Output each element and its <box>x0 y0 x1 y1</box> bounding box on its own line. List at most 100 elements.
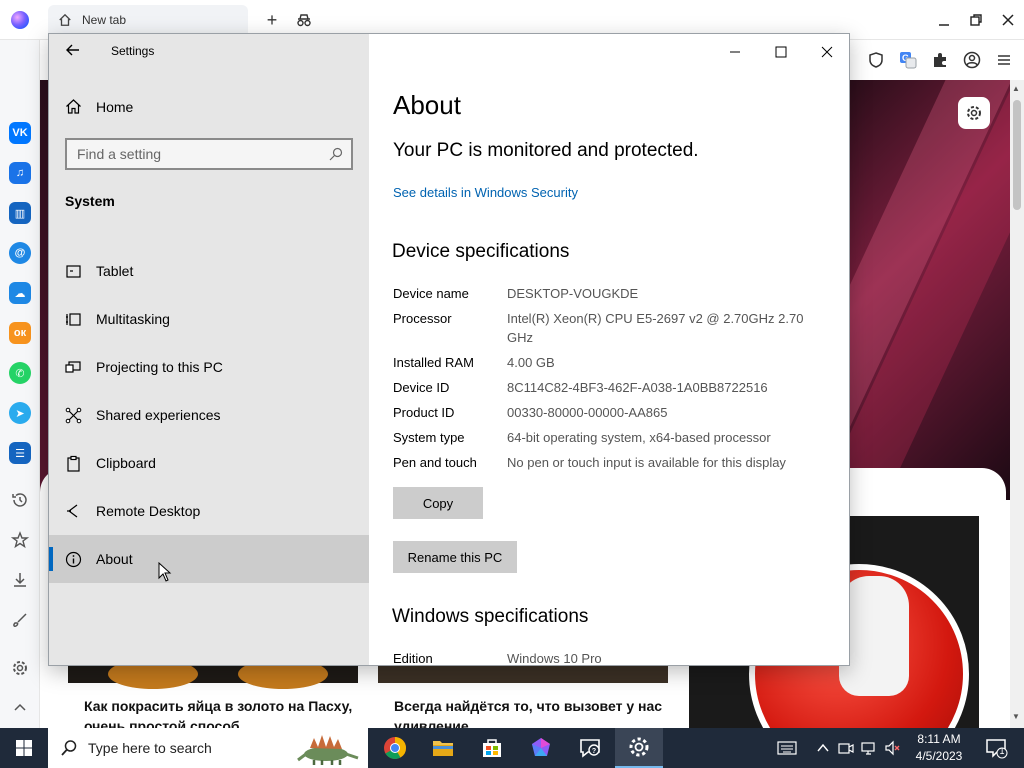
menu-icon[interactable] <box>994 50 1014 70</box>
news-item-title[interactable]: Всегда найдётся то, что вызовет у нас уд… <box>394 696 664 728</box>
gem-browser-icon <box>532 738 550 756</box>
keyboard-tray-icon[interactable] <box>776 738 798 758</box>
nav-item-multitasking[interactable]: Multitasking <box>49 295 369 343</box>
tab-title: New tab <box>82 13 127 27</box>
camera-tray-icon[interactable] <box>836 738 856 758</box>
nav-item-shared-experiences[interactable]: Shared experiences <box>49 391 369 439</box>
about-content: About Your PC is monitored and protected… <box>392 34 843 666</box>
spec-key: Processor <box>393 311 452 326</box>
chevron-up-icon[interactable] <box>10 698 30 718</box>
cloud-app-icon[interactable]: ☁ <box>9 282 31 304</box>
incognito-icon[interactable] <box>294 10 314 30</box>
browser-restore-button[interactable] <box>964 8 988 32</box>
nav-item-label: Tablet <box>96 263 134 279</box>
rename-pc-button[interactable]: Rename this PC <box>393 541 517 573</box>
telegram-app-icon[interactable]: ➤ <box>9 402 31 424</box>
bookmark-star-icon[interactable] <box>10 530 30 550</box>
spec-value: 8C114C82-4BF3-462F-A038-1A0BB8722516 <box>507 380 768 395</box>
windows-security-link[interactable]: See details in Windows Security <box>393 185 578 200</box>
start-button[interactable] <box>0 728 48 768</box>
dinosaur-doodle-icon <box>297 735 359 765</box>
search-placeholder: Find a setting <box>77 146 162 162</box>
stats-app-icon[interactable]: ▥ <box>9 202 31 224</box>
window-title: Settings <box>111 44 155 58</box>
nav-item-remote-desktop[interactable]: Remote Desktop <box>49 487 369 535</box>
news-thumbnail-eggs[interactable] <box>68 659 358 689</box>
spec-value: 4.00 GB <box>507 355 555 370</box>
list-app-icon[interactable]: ☰ <box>9 442 31 464</box>
new-tab-button[interactable]: + <box>262 10 282 30</box>
chevron-up-icon[interactable] <box>813 738 833 758</box>
whatsapp-app-icon[interactable]: ✆ <box>9 362 31 384</box>
spec-value: 64-bit operating system, x64-based proce… <box>507 430 771 445</box>
find-setting-input[interactable]: Find a setting <box>65 138 353 170</box>
nav-item-label: Multitasking <box>96 311 170 327</box>
shield-icon[interactable] <box>866 50 886 70</box>
profile-icon[interactable] <box>962 50 982 70</box>
history-icon[interactable] <box>10 490 30 510</box>
nav-item-label: Clipboard <box>96 455 156 471</box>
vk-app-icon[interactable]: VK <box>9 122 31 144</box>
mail-app-icon[interactable]: @ <box>9 242 31 264</box>
spec-value: Windows 10 Pro <box>507 651 602 666</box>
spec-value: 00330-80000-00000-AA865 <box>507 405 668 420</box>
ok-app-icon[interactable]: ок <box>9 322 31 344</box>
scroll-down-arrow-icon[interactable]: ▼ <box>1012 712 1020 721</box>
nav-item-tablet[interactable]: Tablet <box>49 247 369 295</box>
home-nav-item[interactable]: Home <box>65 98 133 115</box>
browser-minimize-button[interactable] <box>932 8 956 32</box>
chrome-taskbar-app[interactable] <box>371 728 419 768</box>
taskbar-search-placeholder: Type here to search <box>88 740 212 756</box>
taskbar-search-box[interactable]: Type here to search <box>48 728 368 768</box>
notification-center-button[interactable]: 1 <box>984 736 1008 760</box>
extensions-icon[interactable] <box>930 50 950 70</box>
clock-time: 8:11 AM <box>917 732 961 746</box>
feedback-hub-icon: ? <box>580 739 600 758</box>
back-button[interactable] <box>65 42 83 60</box>
page-scrollbar[interactable]: ▲ ▼ <box>1010 80 1024 728</box>
clock-date: 4/5/2023 <box>915 749 963 763</box>
nav-item-clipboard[interactable]: Clipboard <box>49 439 369 487</box>
news-item-title[interactable]: Как покрасить яйца в золото на Пасху, оч… <box>84 696 354 728</box>
scroll-up-arrow-icon[interactable]: ▲ <box>1012 84 1020 93</box>
nav-item-about[interactable]: About <box>49 535 369 583</box>
translate-icon[interactable]: G <box>898 50 918 70</box>
home-icon <box>59 13 71 26</box>
scrollbar-thumb[interactable] <box>1013 100 1021 210</box>
browser-taskbar-app[interactable] <box>517 728 565 768</box>
copy-button[interactable]: Copy <box>393 487 483 519</box>
projecting-icon <box>65 360 81 373</box>
gear-icon <box>629 737 649 757</box>
network-tray-icon[interactable] <box>859 738 879 758</box>
page-settings-button[interactable] <box>958 97 990 129</box>
remote-desktop-icon <box>67 504 78 517</box>
browser-sidebar: VK ♫ ▥ @ ☁ ок ✆ ➤ ☰ <box>0 40 40 728</box>
browser-settings-icon[interactable] <box>10 658 30 678</box>
home-label: Home <box>96 98 134 115</box>
system-clock[interactable]: 8:11 AM 4/5/2023 <box>904 731 974 765</box>
browser-toolbar: G <box>850 40 1024 80</box>
music-app-icon[interactable]: ♫ <box>9 162 31 184</box>
spec-key: Pen and touch <box>393 455 477 470</box>
store-taskbar-app[interactable] <box>468 728 516 768</box>
download-icon[interactable] <box>10 570 30 590</box>
spec-row: Product ID 00330-80000-00000-AA865 <box>393 403 833 422</box>
browser-close-button[interactable] <box>996 8 1020 32</box>
feedback-taskbar-app[interactable]: ? <box>566 728 614 768</box>
nav-item-label: Projecting to this PC <box>96 359 223 375</box>
tab-new-tab[interactable]: New tab <box>48 5 248 35</box>
volume-muted-icon[interactable] <box>882 738 902 758</box>
settings-taskbar-app[interactable] <box>615 728 663 768</box>
back-arrow-icon <box>66 44 79 56</box>
spec-value: No pen or touch input is available for t… <box>507 455 786 470</box>
spec-value: Intel(R) Xeon(R) CPU E5-2697 v2 @ 2.70GH… <box>507 311 804 345</box>
spec-key: Product ID <box>393 405 455 420</box>
nav-item-label: Shared experiences <box>96 407 221 423</box>
search-icon <box>61 740 77 756</box>
news-thumbnail-surprise[interactable] <box>378 665 668 683</box>
brush-icon[interactable] <box>10 610 30 630</box>
settings-nav-pane: Settings Home Find a setting System Tabl… <box>49 34 369 665</box>
browser-logo-icon[interactable] <box>11 11 29 29</box>
nav-item-projecting[interactable]: Projecting to this PC <box>49 343 369 391</box>
file-explorer-taskbar-app[interactable] <box>419 728 467 768</box>
